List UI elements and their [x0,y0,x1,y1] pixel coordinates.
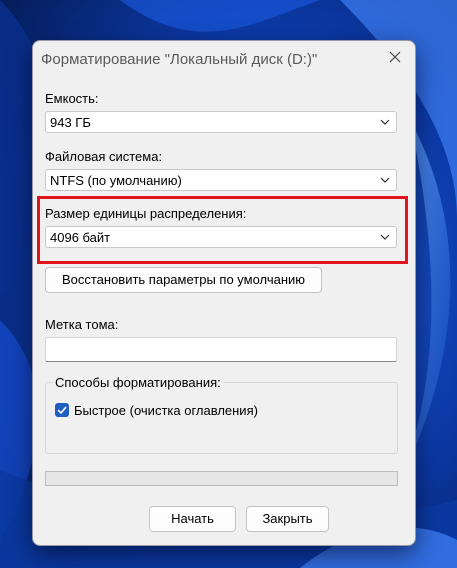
chevron-down-icon [380,119,390,125]
capacity-select[interactable]: 943 ГБ [45,111,397,133]
format-options-group [45,382,398,454]
close-button[interactable]: Закрыть [246,506,329,532]
file-system-select[interactable]: NTFS (по умолчанию) [45,169,397,191]
close-icon [389,51,401,63]
close-window-button[interactable] [379,43,413,73]
quick-format-label[interactable]: Быстрое (очистка оглавления) [74,403,258,418]
volume-label-label: Метка тома: [45,317,119,332]
volume-label-input[interactable] [45,337,397,362]
restore-defaults-button[interactable]: Восстановить параметры по умолчанию [45,267,322,293]
capacity-value: 943 ГБ [50,115,91,130]
format-progress-bar [45,471,398,486]
red-highlight-frame [37,196,408,264]
capacity-label: Емкость: [45,91,99,106]
file-system-value: NTFS (по умолчанию) [50,173,182,188]
format-dialog: Форматирование "Локальный диск (D:)" Емк… [32,40,416,546]
title-bar[interactable]: Форматирование "Локальный диск (D:)" [33,41,415,77]
file-system-label: Файловая система: [45,149,163,164]
quick-format-checkbox[interactable] [55,403,69,417]
dialog-title: Форматирование "Локальный диск (D:)" [41,51,318,68]
checkmark-icon [57,406,67,415]
start-button[interactable]: Начать [149,506,236,532]
chevron-down-icon [380,177,390,183]
format-options-title: Способы форматирования: [53,375,223,390]
